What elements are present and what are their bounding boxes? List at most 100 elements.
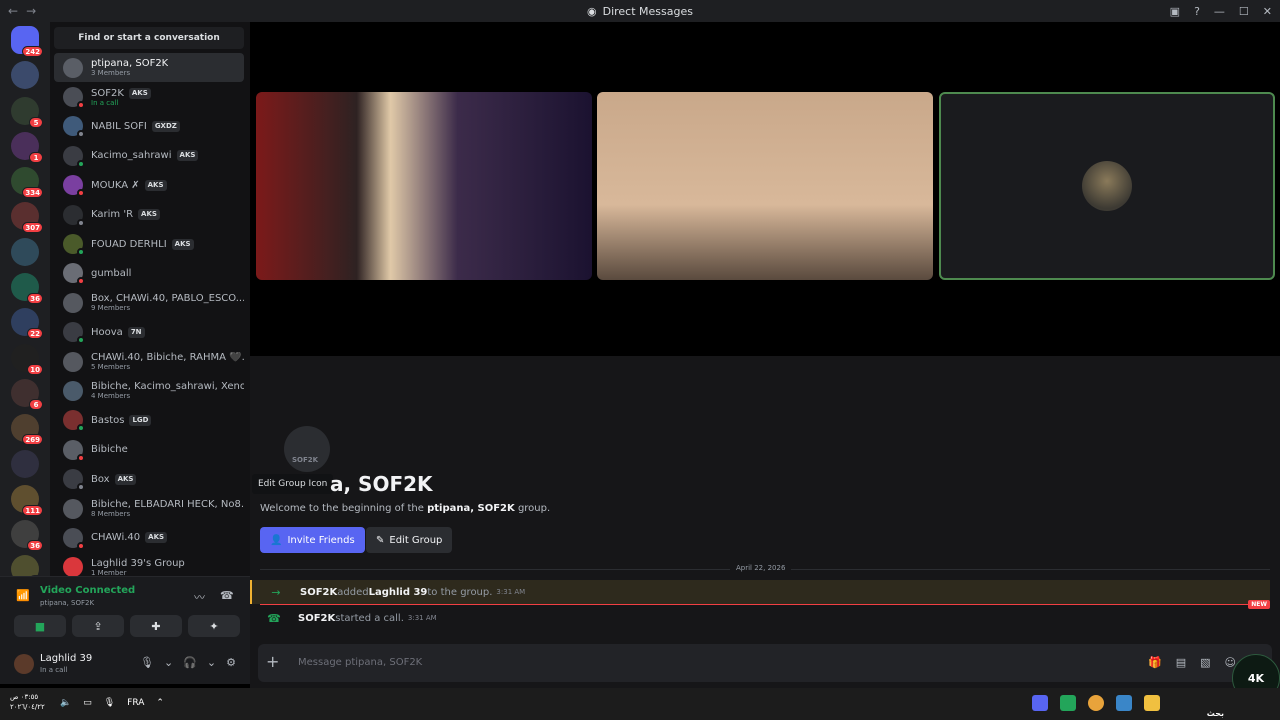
server-icon[interactable] [11,61,39,90]
dm-text: NABIL SOFI GXDZ [91,120,180,132]
camera-button[interactable]: ■ [14,615,66,637]
dm-item[interactable]: MOUKA ✗ AKS [54,171,244,200]
minimize-button[interactable]: — [1214,5,1225,18]
avatar[interactable] [14,654,34,674]
server-icon[interactable]: 10 [11,343,43,375]
sticker-icon[interactable]: ▧ [1200,656,1210,669]
store-icon[interactable] [1116,695,1132,711]
server-icon[interactable]: 334 [11,167,43,199]
voice-buttons: ■ ⇪ ✚ ✦ [14,615,240,639]
noise-suppression-icon[interactable]: 〰 [194,589,205,605]
server-icon[interactable] [11,237,39,266]
user-name[interactable]: Laghlid 39 [40,653,92,664]
server-icon[interactable]: 111 [11,484,43,516]
group-icon[interactable]: SOF2K [262,416,332,476]
dm-item[interactable]: Kacimo_sahrawi AKS [54,141,244,170]
server-icon[interactable]: 9 [11,555,43,576]
chevron-up-icon[interactable]: ⌃ [156,698,164,708]
taskbar-search[interactable]: بحث [1207,703,1224,720]
message-time: 3:31 AM [496,588,526,596]
dm-item[interactable]: Bibiche, Kacimo_sahrawi, Xeno... 4 Member… [54,376,244,405]
screen-share-button[interactable]: ⇪ [72,615,124,637]
server-icon[interactable]: 5 [11,96,43,128]
dm-text: Bibiche [91,444,128,455]
mic-tray-icon[interactable]: 🎙 [104,698,115,708]
network-icon[interactable]: ▭ [83,698,92,708]
server-icon[interactable]: 22 [11,308,43,340]
dm-item[interactable]: FOUAD DERHLI AKS [54,229,244,258]
invite-friends-button[interactable]: 👤 Invite Friends [260,527,365,553]
server-icon[interactable]: 242 [11,26,43,57]
server-icon[interactable]: 307 [11,202,43,234]
discord-app-icon[interactable] [1032,695,1048,711]
headphones-icon[interactable]: 🎧 [183,656,197,669]
dm-item[interactable]: Bibiche [54,435,244,464]
language-indicator[interactable]: FRA [127,698,144,708]
voice-channel[interactable]: ptipana, SOF2K [40,599,94,607]
soundboard-button[interactable]: ✦ [188,615,240,637]
chevron-down-icon[interactable]: ⌄ [207,656,216,669]
message-actor[interactable]: SOF2K [298,613,335,624]
dm-text: Bastos LGD [91,414,152,426]
message-composer[interactable]: + Message ptipana, SOF2K 🎁 ▤ ▧ ☺ [258,644,1272,682]
back-button[interactable]: ← [8,4,18,18]
status-indicator [77,336,85,345]
dm-item[interactable]: Laghlid 39's Group 1 Member [54,553,244,576]
video-tile-2[interactable] [597,92,933,280]
dm-item[interactable]: Karim 'R AKS [54,200,244,229]
server-icon[interactable] [11,449,39,478]
help-icon[interactable]: ? [1194,5,1200,18]
dm-item[interactable]: gumball [54,259,244,288]
forward-button[interactable]: → [26,4,36,18]
taskbar: ٠٣:٥٥ ص ٢٠٢٦/٠٤/٢٢ 🔈 ▭ 🎙 FRA ⌃ بحث [0,688,1280,720]
gift-icon[interactable]: 🎁 [1148,656,1162,669]
video-tile-1[interactable] [256,92,592,280]
dm-item[interactable]: ptipana, SOF2K 3 Members [54,53,244,83]
dm-item[interactable]: Bibiche, ELBADARI HECK, No8... 8 Members [54,494,244,523]
server-icon[interactable]: 36 [11,520,43,552]
plus-icon[interactable]: + [266,652,279,671]
signal-icon[interactable]: 📶 [16,589,30,602]
new-messages-line [260,604,1270,605]
dm-item[interactable]: CHAWi.40 AKS [54,523,244,552]
message-input[interactable]: Message ptipana, SOF2K [298,657,422,668]
close-button[interactable]: ✕ [1263,5,1272,18]
green-app-icon[interactable] [1060,695,1076,711]
message-actor[interactable]: SOF2K [300,587,337,598]
dm-item[interactable]: Box, CHAWi.40, PABLO_ESCO... 9 Members [54,288,244,317]
maximize-button[interactable]: ☐ [1239,5,1249,18]
microphone-icon[interactable]: 🎙 [140,656,154,669]
inbox-icon[interactable]: ▣ [1170,5,1180,18]
voice-status[interactable]: Video Connected [40,585,135,596]
dm-item[interactable]: NABIL SOFI GXDZ [54,112,244,141]
speaker-icon[interactable]: 🔈 [60,698,71,708]
message-target[interactable]: Laghlid 39 [369,587,428,598]
folder-icon[interactable] [1144,695,1160,711]
dm-name-row: CHAWi.40 AKS [91,532,168,544]
gear-icon[interactable]: ⚙ [226,656,236,669]
gif-icon[interactable]: ▤ [1176,656,1186,669]
disconnect-icon[interactable]: ☎ [220,589,234,602]
server-icon[interactable]: 1 [11,131,43,163]
find-conversation-button[interactable]: Find or start a conversation [54,27,244,49]
dm-name-row: Bastos LGD [91,414,152,426]
edit-group-button[interactable]: ✎ Edit Group [366,527,453,553]
video-tile-3[interactable] [939,92,1275,280]
chevron-down-icon[interactable]: ⌄ [164,656,173,669]
avatar [63,469,85,492]
activities-button[interactable]: ✚ [130,615,182,637]
server-icon[interactable]: 6 [11,378,43,410]
server-icon[interactable]: 269 [11,414,43,446]
dm-name: Laghlid 39's Group [91,557,185,569]
dm-item[interactable]: Bastos LGD [54,406,244,435]
status-indicator [77,483,85,492]
dm-item[interactable]: CHAWi.40, Bibiche, RAHMA 🖤... 5 Members [54,347,244,376]
dm-name: CHAWi.40, Bibiche, RAHMA 🖤... [91,352,244,364]
system-message: → SOF2K added Laghlid 39 to the group. 3… [250,580,1270,604]
server-icon[interactable]: 36 [11,273,43,305]
dm-item[interactable]: Hoova 7N [54,318,244,347]
clock[interactable]: ٠٣:٥٥ ص ٢٠٢٦/٠٤/٢٢ [10,692,45,712]
chrome-icon[interactable] [1088,695,1104,711]
dm-item[interactable]: SOF2K AKS In a call [54,82,244,111]
dm-item[interactable]: Box AKS [54,464,244,493]
